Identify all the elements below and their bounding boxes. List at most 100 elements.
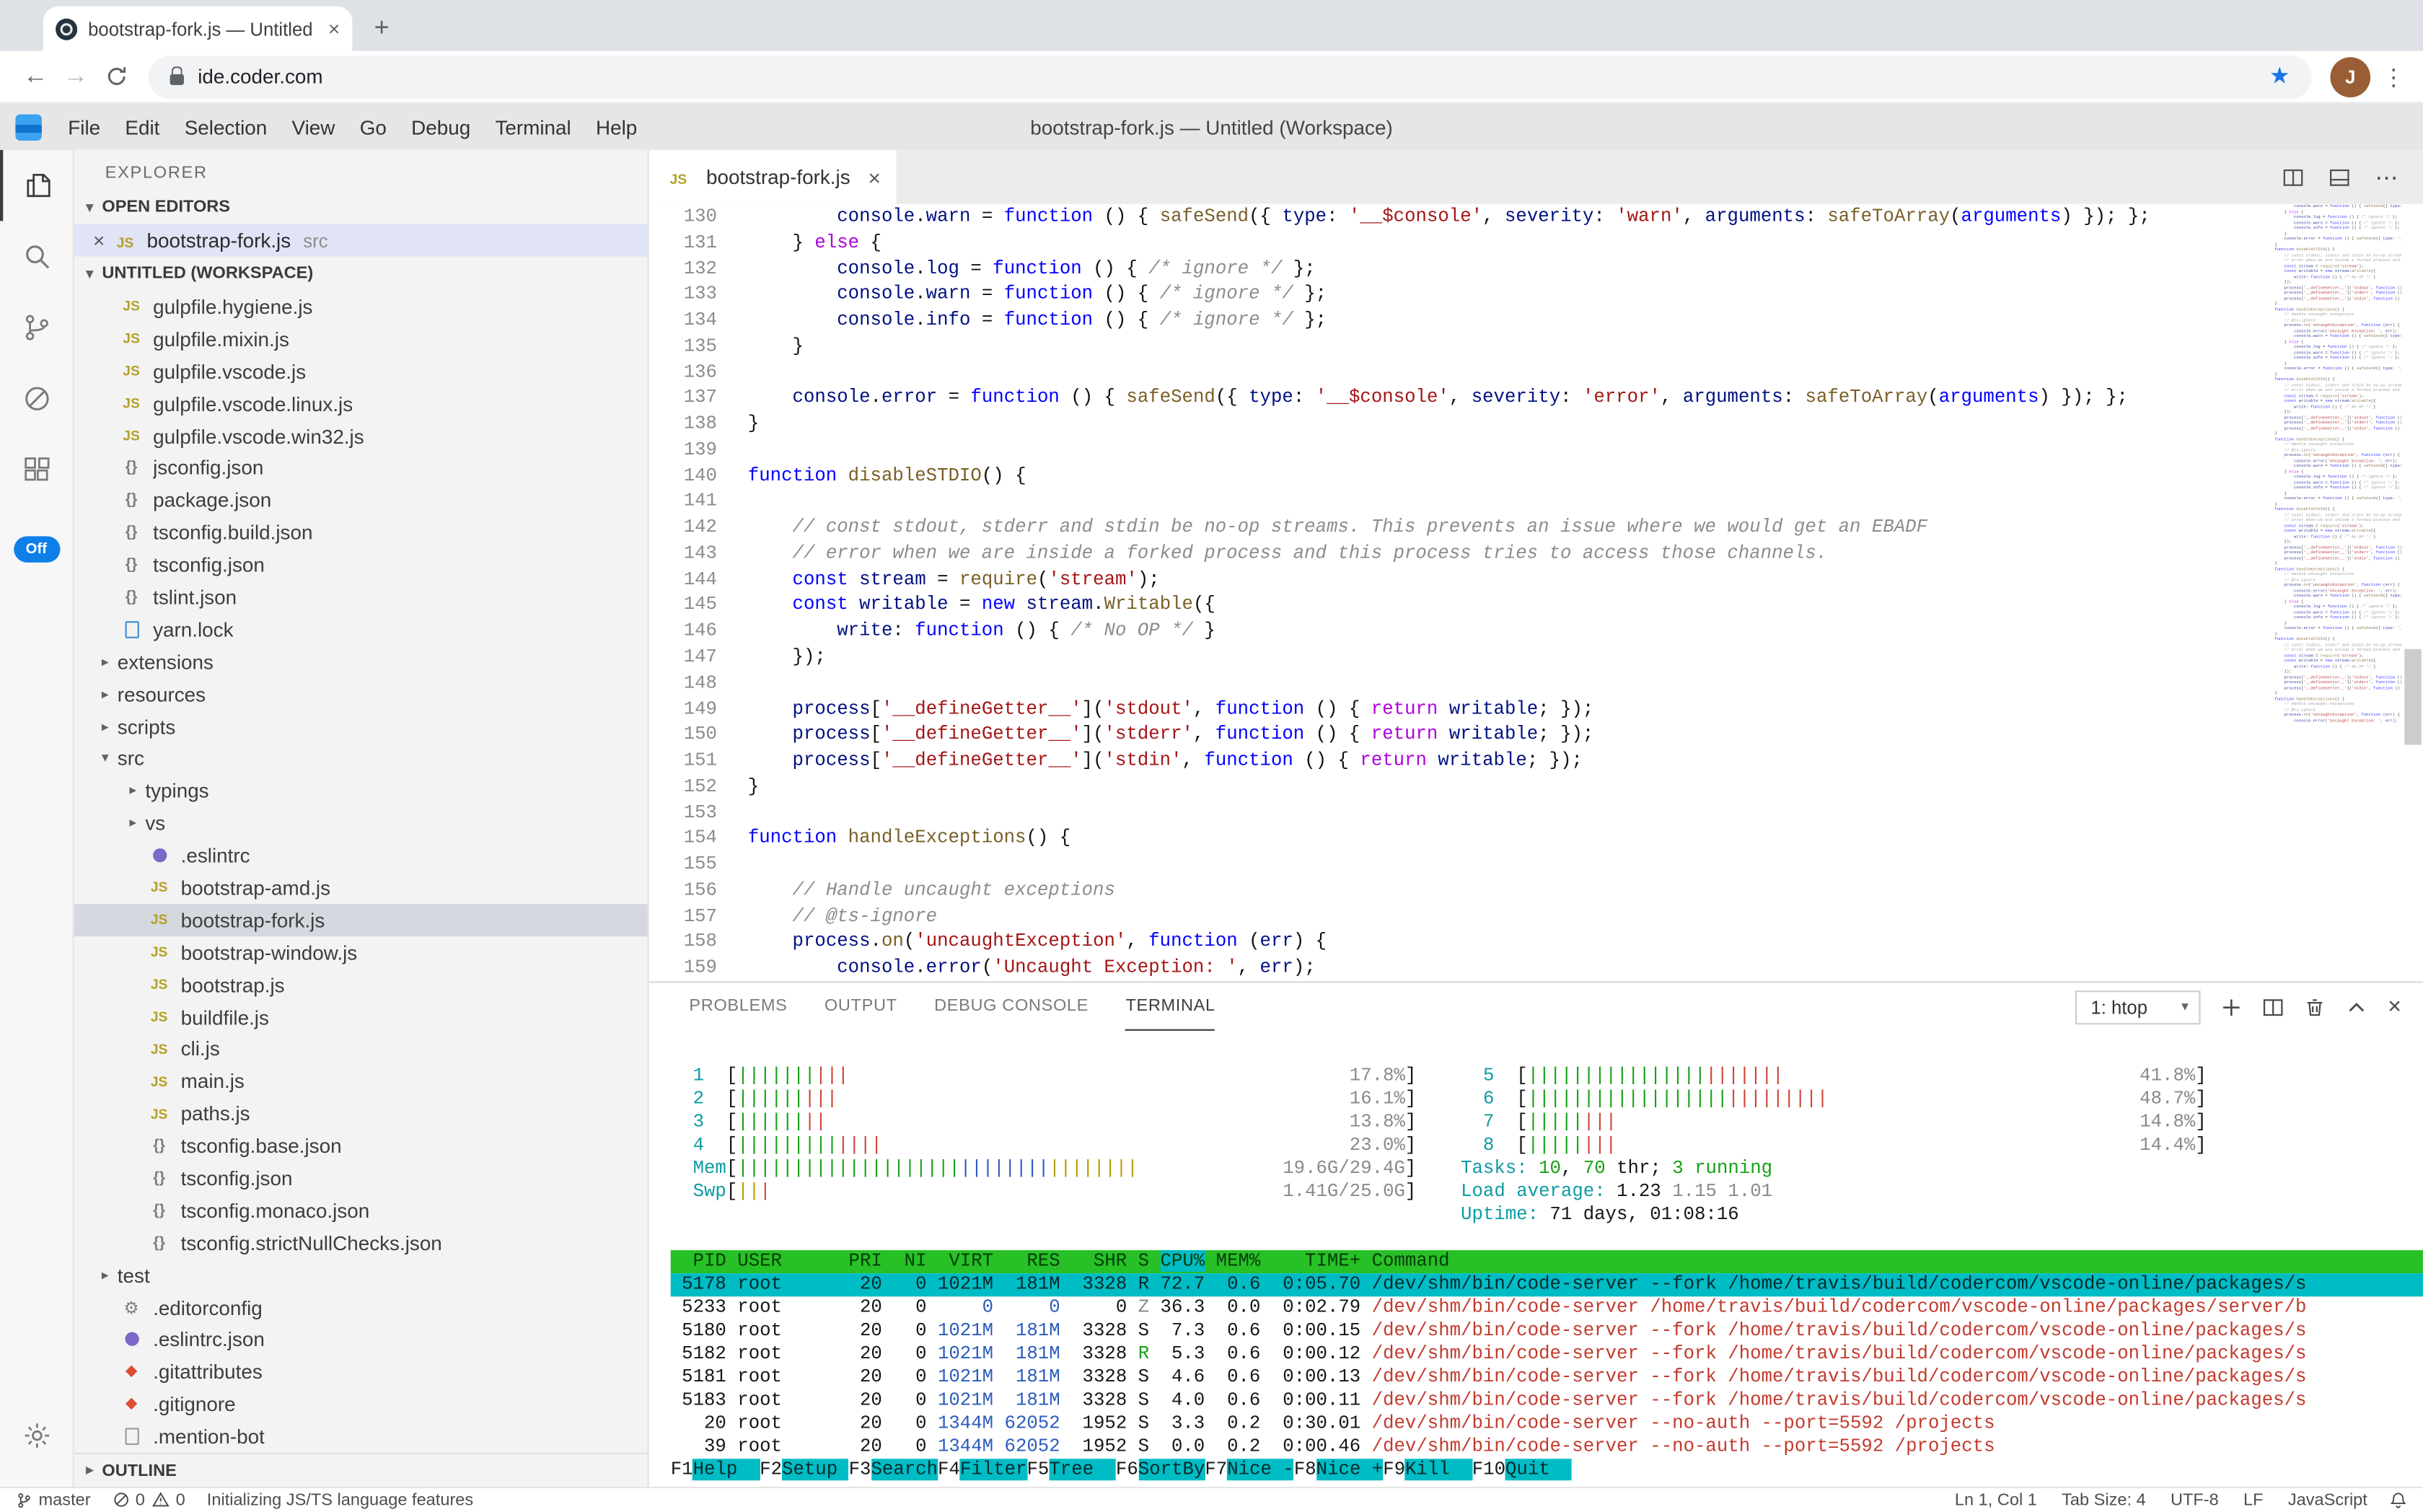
split-terminal-icon[interactable]	[2263, 996, 2285, 1018]
status-ln-1-col-1[interactable]: Ln 1, Col 1	[1955, 1490, 2037, 1509]
tree-file-yarn-lock[interactable]: yarn.lock	[74, 613, 648, 646]
refresh-icon[interactable]	[96, 56, 136, 97]
tree-file-bootstrap-amd-js[interactable]: JSbootstrap-amd.js	[74, 871, 648, 904]
js-file-icon: JS	[145, 1073, 173, 1089]
tree-file-main-js[interactable]: JSmain.js	[74, 1065, 648, 1098]
tree-file-gulpfile-vscode-linux-js[interactable]: JSgulpfile.vscode.linux.js	[74, 387, 648, 420]
tree-file-jsconfig-json[interactable]: {}jsconfig.json	[74, 452, 648, 484]
new-tab-button[interactable]: +	[361, 8, 402, 48]
explorer-icon[interactable]	[0, 150, 74, 221]
menu-items: FileEditSelectionViewGoDebugTerminalHelp	[56, 115, 649, 139]
tree-file-tsconfig-json[interactable]: {}tsconfig.json	[74, 1162, 648, 1195]
tree-file-paths-js[interactable]: JSpaths.js	[74, 1098, 648, 1130]
menu-item-go[interactable]: Go	[348, 115, 399, 139]
code-editor[interactable]: 1301311321331341351361371381391401411421…	[649, 204, 2423, 982]
tree-file-tsconfig-base-json[interactable]: {}tsconfig.base.json	[74, 1130, 648, 1162]
tree-folder-typings[interactable]: ▸typings	[74, 775, 648, 807]
status-tab-size-4[interactable]: Tab Size: 4	[2062, 1490, 2146, 1509]
maximize-panel-icon[interactable]	[2346, 996, 2367, 1018]
tree-folder-test[interactable]: ▸test	[74, 1259, 648, 1291]
avatar[interactable]: J	[2330, 56, 2370, 97]
tree-folder-vs[interactable]: ▸vs	[74, 807, 648, 840]
panel-tab-output[interactable]: OUTPUT	[824, 983, 897, 1030]
open-editor-item[interactable]: × JS bootstrap-fork.js src	[74, 224, 648, 257]
code-line: const stream = require('stream');	[748, 567, 2423, 593]
debug-icon[interactable]	[0, 363, 74, 434]
status-javascript[interactable]: JavaScript	[2288, 1490, 2367, 1509]
tree-file-eslintrc-json[interactable]: .eslintrc.json	[74, 1324, 648, 1356]
workspace-header[interactable]: ▾ UNTITLED (WORKSPACE)	[74, 257, 648, 291]
tree-item-label: tsconfig.strictNullChecks.json	[181, 1231, 442, 1254]
new-terminal-icon[interactable]	[2221, 996, 2243, 1018]
outline-header[interactable]: ▸ OUTLINE	[74, 1453, 648, 1487]
split-editor-icon[interactable]	[2282, 166, 2304, 188]
address-bar[interactable]: ide.coder.com ★	[149, 55, 2312, 98]
tree-file-gulpfile-mixin-js[interactable]: JSgulpfile.mixin.js	[74, 322, 648, 355]
tab-close-icon[interactable]: ×	[328, 19, 340, 39]
browser-menu-icon[interactable]: ⋮	[2380, 63, 2408, 91]
line-number: 150	[649, 722, 717, 748]
minimap-line: console.warn = function () { /* ignore *…	[2274, 350, 2401, 355]
menu-item-terminal[interactable]: Terminal	[483, 115, 584, 139]
problems-indicator[interactable]: 0 0	[113, 1490, 185, 1509]
tree-file-bootstrap-js[interactable]: JSbootstrap.js	[74, 969, 648, 1001]
tree-file-tslint-json[interactable]: {}tslint.json	[74, 581, 648, 614]
tree-file-package-json[interactable]: {}package.json	[74, 484, 648, 517]
status-utf-8[interactable]: UTF-8	[2171, 1490, 2219, 1509]
terminal-output[interactable]: 1 [|||||||||| 17.8%] 5 [||||||||||||||||…	[649, 1031, 2423, 1487]
tree-file-tsconfig-json[interactable]: {}tsconfig.json	[74, 549, 648, 581]
open-editors-header[interactable]: ▾ OPEN EDITORS	[74, 190, 648, 224]
menu-item-help[interactable]: Help	[584, 115, 650, 139]
more-actions-icon[interactable]: ⋯	[2375, 163, 2398, 191]
tree-file-tsconfig-build-json[interactable]: {}tsconfig.build.json	[74, 517, 648, 549]
tab-close-icon[interactable]: ×	[869, 166, 881, 188]
tree-file-tsconfig-monaco-json[interactable]: {}tsconfig.monaco.json	[74, 1195, 648, 1227]
bell-icon[interactable]	[2389, 1490, 2408, 1509]
kill-terminal-icon[interactable]	[2305, 996, 2326, 1018]
menu-item-view[interactable]: View	[279, 115, 347, 139]
tree-file-gulpfile-vscode-win32-js[interactable]: JSgulpfile.vscode.win32.js	[74, 420, 648, 452]
tree-file-gitattributes[interactable]: ◆.gitattributes	[74, 1356, 648, 1389]
back-icon[interactable]: ←	[15, 56, 56, 97]
bookmark-star-icon[interactable]: ★	[2269, 65, 2290, 88]
tree-folder-scripts[interactable]: ▸scripts	[74, 711, 648, 743]
tree-folder-src[interactable]: ▾src	[74, 742, 648, 775]
tree-file-gulpfile-hygiene-js[interactable]: JSgulpfile.hygiene.js	[74, 291, 648, 323]
branch-indicator[interactable]: master	[15, 1490, 90, 1509]
tree-file-bootstrap-window-js[interactable]: JSbootstrap-window.js	[74, 936, 648, 969]
tree-file-cli-js[interactable]: JScli.js	[74, 1033, 648, 1065]
close-panel-icon[interactable]: ×	[2388, 995, 2401, 1019]
source-control-icon[interactable]	[0, 292, 74, 364]
tree-file-mention-bot[interactable]: .mention-bot	[74, 1420, 648, 1453]
tree-file-gitignore[interactable]: ◆.gitignore	[74, 1388, 648, 1420]
editor-scrollbar[interactable]	[2404, 649, 2422, 745]
menu-item-file[interactable]: File	[56, 115, 113, 139]
tree-file-bootstrap-fork-js[interactable]: JSbootstrap-fork.js	[74, 904, 648, 936]
forward-icon[interactable]: →	[56, 56, 96, 97]
tree-file-editorconfig[interactable]: ⚙.editorconfig	[74, 1291, 648, 1324]
extensions-icon[interactable]	[0, 434, 74, 506]
minimap[interactable]: console.warn = function () { safeSend({ …	[2269, 204, 2401, 982]
terminal-picker[interactable]: 1: htop ▾	[2075, 990, 2201, 1024]
tree-file-tsconfig-strictnullchecks-json[interactable]: {}tsconfig.strictNullChecks.json	[74, 1227, 648, 1260]
panel-tab-problems[interactable]: PROBLEMS	[689, 983, 787, 1030]
tree-file-gulpfile-vscode-js[interactable]: JSgulpfile.vscode.js	[74, 355, 648, 387]
search-icon[interactable]	[0, 221, 74, 292]
status-lf[interactable]: LF	[2243, 1490, 2264, 1509]
settings-gear-icon[interactable]	[0, 1400, 74, 1472]
panel-tab-debug-console[interactable]: DEBUG CONSOLE	[934, 983, 1089, 1030]
close-icon[interactable]: ×	[87, 229, 111, 252]
browser-tab[interactable]: bootstrap-fork.js — Untitled (W ×	[43, 6, 352, 51]
menu-item-debug[interactable]: Debug	[399, 115, 483, 139]
menu-item-edit[interactable]: Edit	[113, 115, 172, 139]
layout-icon[interactable]	[2329, 166, 2350, 188]
off-badge[interactable]: Off	[13, 536, 59, 562]
menu-item-selection[interactable]: Selection	[172, 115, 280, 139]
tree-file-buildfile-js[interactable]: JSbuildfile.js	[74, 1001, 648, 1033]
sidebar-title: EXPLORER	[74, 150, 648, 190]
tree-file-eslintrc[interactable]: .eslintrc	[74, 840, 648, 872]
tree-folder-resources[interactable]: ▸resources	[74, 678, 648, 711]
tree-folder-extensions[interactable]: ▸extensions	[74, 646, 648, 678]
panel-tab-terminal[interactable]: TERMINAL	[1125, 983, 1215, 1030]
editor-tab[interactable]: JS bootstrap-fork.js ×	[649, 150, 897, 204]
